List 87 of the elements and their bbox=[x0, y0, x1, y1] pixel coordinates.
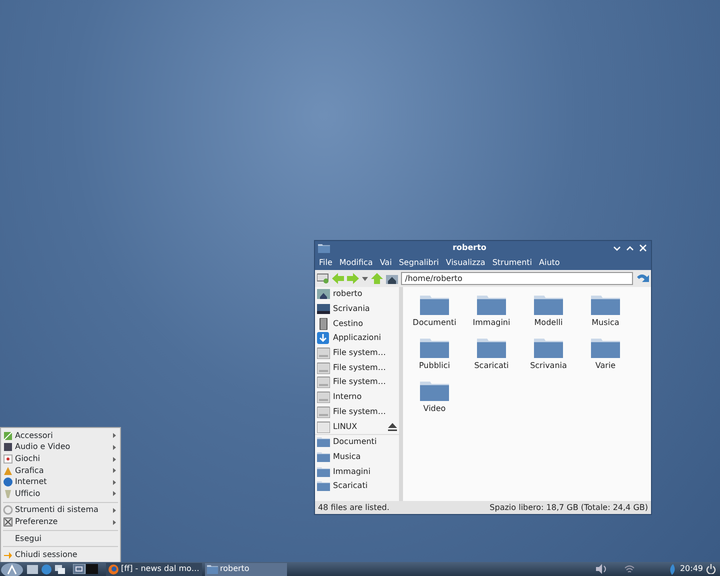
menu-item[interactable]: Preferenze bbox=[1, 516, 120, 528]
home-folder-icon bbox=[317, 288, 330, 300]
folder-icon bbox=[477, 293, 506, 315]
menu-item[interactable]: Ufficio bbox=[1, 488, 120, 500]
menu-item[interactable]: File bbox=[319, 256, 332, 268]
menu-item[interactable]: Segnalibri bbox=[398, 256, 439, 268]
menu-item[interactable]: Visualizza bbox=[446, 256, 486, 268]
menu-item[interactable]: Giochi bbox=[1, 453, 120, 465]
eject-icon[interactable] bbox=[388, 422, 397, 431]
status-text: 48 files are listed. bbox=[318, 502, 390, 514]
power-icon[interactable] bbox=[706, 564, 716, 574]
folder-item[interactable]: Immagini bbox=[463, 293, 520, 336]
menu-item[interactable]: Aiuto bbox=[539, 256, 560, 268]
volume-icon[interactable] bbox=[596, 564, 607, 574]
submenu-arrow-icon bbox=[113, 520, 116, 525]
submenu-arrow-icon bbox=[113, 491, 116, 496]
folder-item[interactable]: Video bbox=[406, 379, 463, 422]
folder-item[interactable]: Scrivania bbox=[520, 336, 577, 379]
close-icon[interactable] bbox=[638, 243, 648, 253]
folder-icon bbox=[317, 480, 330, 492]
sidebar-item[interactable]: roberto bbox=[315, 287, 399, 302]
submenu-arrow-icon bbox=[113, 508, 116, 513]
workspace-switcher-icon[interactable] bbox=[73, 564, 99, 574]
wifi-icon[interactable] bbox=[624, 564, 635, 574]
settings-icon bbox=[3, 517, 13, 528]
menu-item[interactable]: Vai bbox=[380, 256, 392, 268]
home-icon[interactable] bbox=[386, 273, 398, 284]
location-field[interactable]: /home/roberto bbox=[401, 272, 633, 285]
folder-item[interactable]: Varie bbox=[577, 336, 634, 379]
desktop-icon bbox=[317, 303, 330, 316]
folder-item[interactable]: Documenti bbox=[406, 293, 463, 336]
folder-icon bbox=[207, 564, 218, 574]
sidebar-item[interactable]: File system… bbox=[315, 375, 399, 390]
folder-icon bbox=[477, 336, 506, 358]
folder-icon bbox=[420, 336, 449, 358]
free-space-text: Spazio libero: 18,7 GB (Totale: 24,4 GB) bbox=[490, 502, 648, 514]
folder-icon bbox=[420, 293, 449, 315]
menu-item[interactable]: Modifica bbox=[339, 256, 373, 268]
folder-icon bbox=[317, 466, 330, 478]
menu-item[interactable]: Esegui bbox=[1, 532, 120, 544]
folder-item[interactable]: Scaricati bbox=[463, 336, 520, 379]
trash-icon bbox=[317, 318, 330, 330]
sidebar-item[interactable]: File system… bbox=[315, 404, 399, 420]
new-window-icon[interactable] bbox=[317, 273, 329, 284]
sidebar-item[interactable]: Scaricati bbox=[315, 478, 399, 494]
menu-item[interactable]: Strumenti bbox=[492, 256, 532, 268]
sidebar-item[interactable]: Scrivania bbox=[315, 302, 399, 316]
folder-icon bbox=[534, 336, 563, 358]
folder-item[interactable]: Modelli bbox=[520, 293, 577, 336]
sidebar-item[interactable]: Interno bbox=[315, 390, 399, 404]
folder-item[interactable]: Pubblici bbox=[406, 336, 463, 379]
sidebar-item[interactable]: Immagini bbox=[315, 464, 399, 479]
sidebar-item[interactable]: Applicazioni bbox=[315, 331, 399, 346]
folder-icon bbox=[534, 293, 563, 315]
folder-item[interactable]: Musica bbox=[577, 293, 634, 336]
taskbar-button[interactable]: [ff] - news dal mo… bbox=[106, 562, 202, 576]
sidebar-item[interactable]: LINUX bbox=[315, 419, 399, 434]
submenu-arrow-icon bbox=[113, 480, 116, 485]
taskbar-button[interactable]: roberto bbox=[205, 562, 287, 576]
folder-icon bbox=[317, 450, 330, 463]
folder-icon bbox=[591, 293, 620, 315]
submenu-arrow-icon bbox=[113, 456, 116, 462]
sidebar-item[interactable]: Documenti bbox=[315, 434, 399, 450]
menu-item[interactable]: Audio e Video bbox=[1, 442, 120, 454]
folder-icon bbox=[317, 436, 330, 448]
menu-item[interactable]: Grafica bbox=[1, 464, 120, 476]
folder-icon bbox=[318, 243, 330, 253]
sidebar-item[interactable]: Cestino bbox=[315, 316, 399, 332]
folder-icon bbox=[420, 379, 449, 401]
submenu-arrow-icon bbox=[113, 468, 116, 474]
sidebar-item[interactable]: File system… bbox=[315, 346, 399, 360]
menu-item[interactable]: Accessori bbox=[1, 430, 120, 442]
exit-arrow-icon bbox=[3, 550, 13, 560]
go-arrow-icon[interactable] bbox=[636, 272, 649, 284]
menu-item[interactable]: Chiudi sessione bbox=[1, 549, 120, 561]
submenu-arrow-icon bbox=[113, 433, 116, 438]
menu-item[interactable]: Internet bbox=[1, 476, 120, 488]
clock-text: 20:49 bbox=[680, 563, 703, 575]
menu-item[interactable]: Strumenti di sistema bbox=[1, 504, 120, 516]
folder-icon bbox=[591, 336, 620, 358]
start-menu-icon[interactable] bbox=[0, 562, 24, 576]
sidebar-item[interactable]: File system… bbox=[315, 360, 399, 376]
window-title: roberto bbox=[452, 242, 488, 254]
windows-icon[interactable] bbox=[55, 564, 66, 574]
submenu-arrow-icon bbox=[113, 444, 116, 450]
sidebar-item[interactable]: Musica bbox=[315, 450, 399, 464]
globe-icon bbox=[3, 477, 13, 488]
